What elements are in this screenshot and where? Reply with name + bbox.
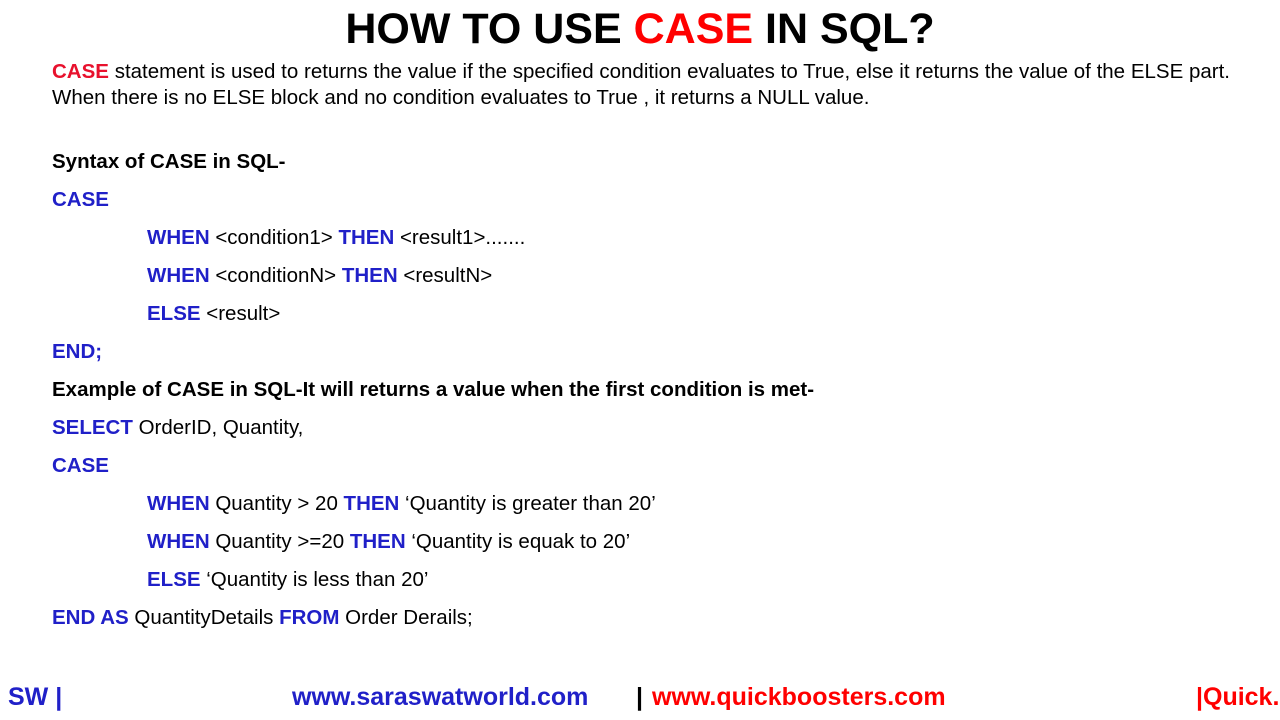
slide-canvas: HOW TO USE CASE IN SQL? CASE statement i…: [0, 0, 1280, 720]
intro-paragraph: CASE statement is used to returns the va…: [52, 59, 1230, 110]
example-else-keyword: ELSE: [147, 568, 201, 591]
example-heading: Example of CASE in SQL-It will returns a…: [52, 378, 815, 401]
title-part-2: IN SQL?: [753, 5, 935, 53]
example-else-result: ‘Quantity is less than 20’: [200, 568, 429, 591]
footer-separator: |: [636, 683, 643, 711]
syntax-then-keyword-1: THEN: [338, 226, 395, 249]
title-highlight-case: CASE: [633, 5, 754, 53]
footer: SW | www.saraswatworld.com | www.quickbo…: [0, 682, 1280, 720]
syntax-end-keyword: END;: [52, 340, 103, 363]
footer-link-saraswatworld[interactable]: www.saraswatworld.com: [292, 682, 588, 712]
example-when-keyword-1: WHEN: [147, 492, 210, 515]
syntax-condition-1: <condition1>: [209, 226, 339, 249]
example-select-line: SELECT OrderID, Quantity,: [52, 416, 303, 440]
example-end-alias: QuantityDetails: [128, 606, 280, 629]
syntax-else-result: <result>: [200, 302, 281, 325]
example-from-table: Order Derails;: [339, 606, 473, 629]
syntax-condition-2: <conditionN>: [209, 264, 342, 287]
example-condition-2: Quantity >=20: [209, 530, 350, 553]
example-select-columns: OrderID, Quantity,: [132, 416, 304, 439]
example-condition-1: Quantity > 20: [209, 492, 344, 515]
footer-link-quickboosters[interactable]: www.quickboosters.com: [652, 682, 946, 712]
syntax-when-keyword-2: WHEN: [147, 264, 210, 287]
example-select-keyword: SELECT: [52, 416, 133, 439]
syntax-result-2: <resultN>: [397, 264, 493, 287]
syntax-when-line-1: WHEN <condition1> THEN <result1>.......: [147, 226, 525, 250]
example-then-keyword-2: THEN: [349, 530, 406, 553]
example-result-2: ‘Quantity is equak to 20’: [405, 530, 631, 553]
example-when-keyword-2: WHEN: [147, 530, 210, 553]
example-from-keyword: FROM: [279, 606, 340, 629]
syntax-case-keyword: CASE: [52, 188, 109, 211]
page-title: HOW TO USE CASE IN SQL?: [0, 4, 1280, 54]
syntax-when-keyword-1: WHEN: [147, 226, 210, 249]
syntax-then-keyword-2: THEN: [341, 264, 398, 287]
example-else-line: ELSE ‘Quantity is less than 20’: [147, 568, 428, 592]
syntax-else-line: ELSE <result>: [147, 302, 280, 326]
intro-keyword-case: CASE: [52, 60, 109, 83]
syntax-else-keyword: ELSE: [147, 302, 201, 325]
intro-text: statement is used to returns the value i…: [52, 60, 1230, 109]
example-result-1: ‘Quantity is greater than 20’: [399, 492, 656, 515]
example-end-keyword: END AS: [52, 606, 129, 629]
example-then-keyword-1: THEN: [343, 492, 400, 515]
syntax-heading: Syntax of CASE in SQL-: [52, 150, 286, 173]
example-when-line-2: WHEN Quantity >=20 THEN ‘Quantity is equ…: [147, 530, 630, 554]
footer-brand-left: SW |: [8, 683, 63, 711]
example-case-keyword: CASE: [52, 454, 109, 477]
title-part-1: HOW TO USE: [345, 5, 634, 53]
syntax-when-line-2: WHEN <conditionN> THEN <resultN>: [147, 264, 492, 288]
syntax-result-1: <result1>.......: [394, 226, 526, 249]
footer-brand-right: |Quick.: [1196, 683, 1280, 711]
example-end-line: END AS QuantityDetails FROM Order Derail…: [52, 606, 473, 630]
example-when-line-1: WHEN Quantity > 20 THEN ‘Quantity is gre…: [147, 492, 656, 516]
